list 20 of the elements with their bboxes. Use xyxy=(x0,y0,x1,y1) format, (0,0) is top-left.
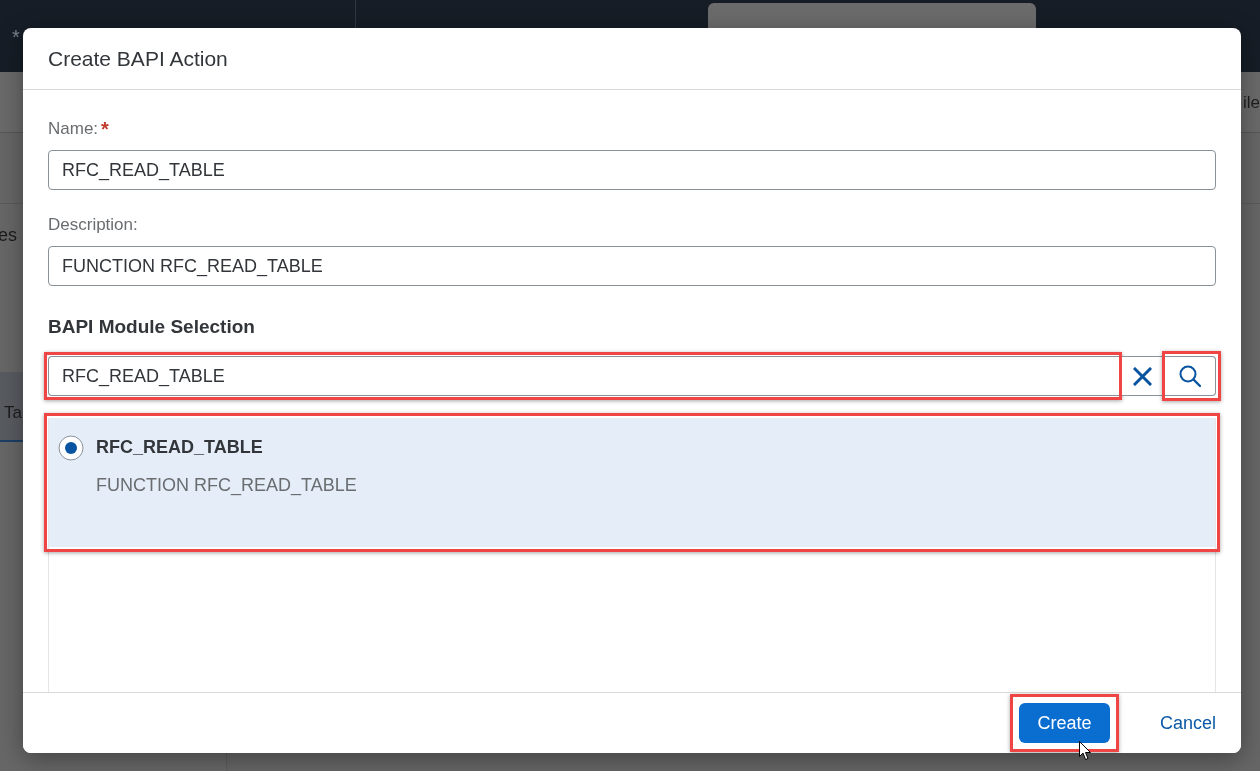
toolbar-text: ile xyxy=(1243,93,1260,113)
required-mark: * xyxy=(101,119,109,139)
cancel-button[interactable]: Cancel xyxy=(1155,703,1220,743)
input-field[interactable]: RFC_READ_TABLE xyxy=(48,150,1216,190)
dialog-title: Create BAPI Action xyxy=(48,45,228,72)
section-heading: BAPI Module Selection xyxy=(48,316,256,338)
header-text: * xyxy=(12,26,20,48)
result-name: RFC_READ_TABLE xyxy=(96,436,264,458)
input-field[interactable]: FUNCTION RFC_READ_TABLE xyxy=(48,246,1216,286)
search-icon xyxy=(1179,365,1201,387)
radio-button[interactable] xyxy=(58,435,84,461)
search-field[interactable]: RFC_READ_TABLE xyxy=(48,356,1119,396)
field-label: Name: xyxy=(48,119,99,139)
field-label: Description: xyxy=(48,215,138,235)
result-description: FUNCTION RFC_READ_TABLE xyxy=(96,474,358,496)
create-button[interactable]: Create xyxy=(1018,703,1110,743)
tab-label: Ta xyxy=(4,403,22,423)
clear-button[interactable] xyxy=(1122,356,1162,396)
result-item[interactable]: RFC_READ_TABLE FUNCTION RFC_READ_TABLE xyxy=(49,418,1215,547)
close-icon xyxy=(1132,366,1152,386)
